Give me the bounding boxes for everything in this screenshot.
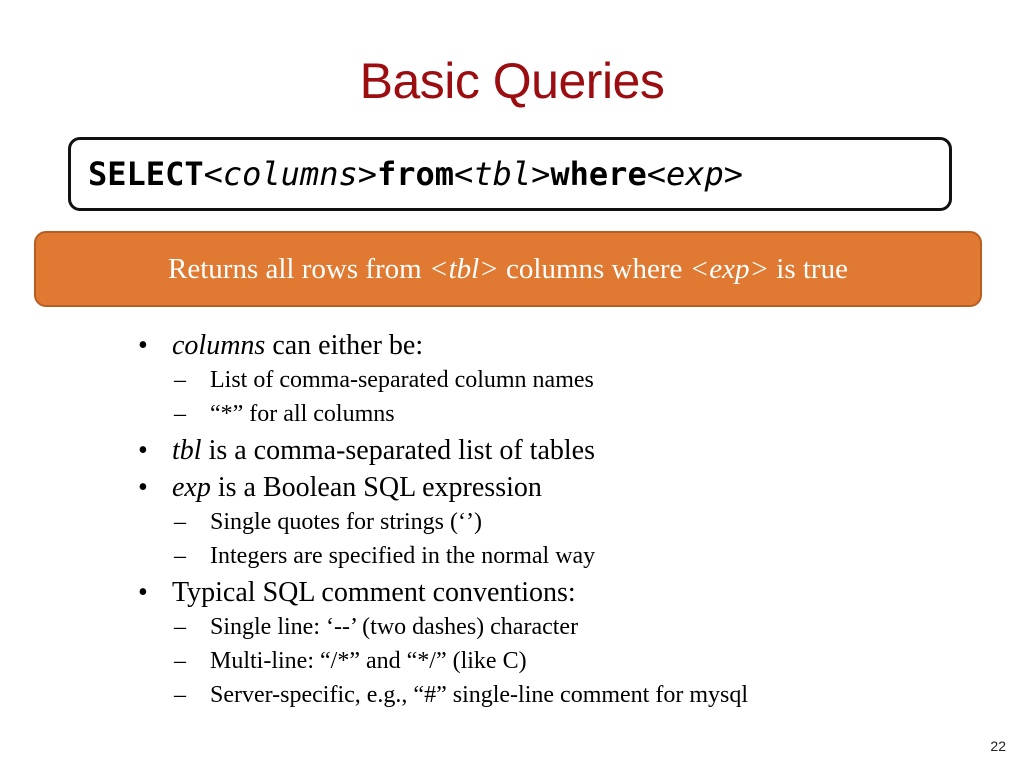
bullet-marker: • xyxy=(138,577,148,608)
dash-marker: – xyxy=(174,648,186,674)
dash-marker: – xyxy=(174,509,186,535)
summary-tbl: <tbl> xyxy=(429,252,499,285)
bullet-text: is a Boolean SQL expression xyxy=(210,472,542,503)
select-keyword: SELECT xyxy=(88,155,204,193)
sub-bullet-item: – List of comma-separated column names xyxy=(138,363,748,397)
tbl-placeholder: <tbl> xyxy=(454,155,551,193)
sub-bullet-text: Single quotes for strings (‘’) xyxy=(210,509,482,535)
sub-bullet-item: – “*” for all columns xyxy=(138,397,748,431)
bullet-item: • tbl is a comma-separated list of tables xyxy=(138,434,748,468)
page-number: 22 xyxy=(990,738,1006,754)
exp-placeholder: <exp> xyxy=(646,155,744,193)
bullet-list: • columns can either be: – List of comma-s… xyxy=(138,326,748,712)
bullet-italic: exp xyxy=(172,472,211,503)
from-keyword: from xyxy=(376,155,455,193)
where-keyword: where xyxy=(550,155,647,193)
dash-marker: – xyxy=(174,543,186,569)
bullet-item: • columns can either be: xyxy=(138,329,748,363)
dash-marker: – xyxy=(174,682,186,708)
sub-bullet-text: Single line: ‘--’ (two dashes) character xyxy=(210,614,579,640)
dash-marker: – xyxy=(174,367,186,393)
summary-text: Returns all rows from <tbl> columns wher… xyxy=(168,253,848,286)
summary-part: Returns all rows from xyxy=(168,252,429,285)
columns-placeholder: <columns> xyxy=(203,155,377,193)
sub-bullet-text: Server-specific, e.g., “#” single-line c… xyxy=(210,682,749,708)
bullet-item: • Typical SQL comment conventions: xyxy=(138,576,748,610)
bullet-marker: • xyxy=(138,330,148,361)
sub-bullet-text: “*” for all columns xyxy=(210,401,395,427)
bullet-marker: • xyxy=(138,435,148,466)
bullet-italic: columns xyxy=(172,330,266,361)
slide-title: Basic Queries xyxy=(359,53,665,109)
summary-part: is true xyxy=(769,252,848,285)
sub-bullet-item: – Single line: ‘--’ (two dashes) characte… xyxy=(138,610,748,644)
bullet-item: • exp is a Boolean SQL expression xyxy=(138,471,748,505)
bullet-italic: tbl xyxy=(172,435,202,466)
summary-exp: <exp> xyxy=(689,252,770,285)
dash-marker: – xyxy=(174,401,186,427)
sub-bullet-text: Multi-line: “/*” and “*/” (like C) xyxy=(210,648,527,674)
dash-marker: – xyxy=(174,614,186,640)
bullet-marker: • xyxy=(138,472,148,503)
bullet-text: is a comma-separated list of tables xyxy=(201,435,595,466)
syntax-box: SELECT <columns> from <tbl> where <exp> xyxy=(68,137,952,211)
summary-box: Returns all rows from <tbl> columns wher… xyxy=(34,231,982,307)
summary-part: columns where xyxy=(498,252,690,285)
sub-bullet-item: – Single quotes for strings (‘’) xyxy=(138,505,748,539)
sub-bullet-item: – Multi-line: “/*” and “*/” (like C) xyxy=(138,644,748,678)
sub-bullet-text: Integers are specified in the normal way xyxy=(210,543,596,569)
sub-bullet-text: List of comma-separated column names xyxy=(210,367,594,393)
bullet-text: Typical SQL comment conventions: xyxy=(172,577,576,608)
sub-bullet-item: – Integers are specified in the normal wa… xyxy=(138,539,748,573)
sub-bullet-item: – Server-specific, e.g., “#” single-line … xyxy=(138,678,748,712)
bullet-text: can either be: xyxy=(265,330,424,361)
